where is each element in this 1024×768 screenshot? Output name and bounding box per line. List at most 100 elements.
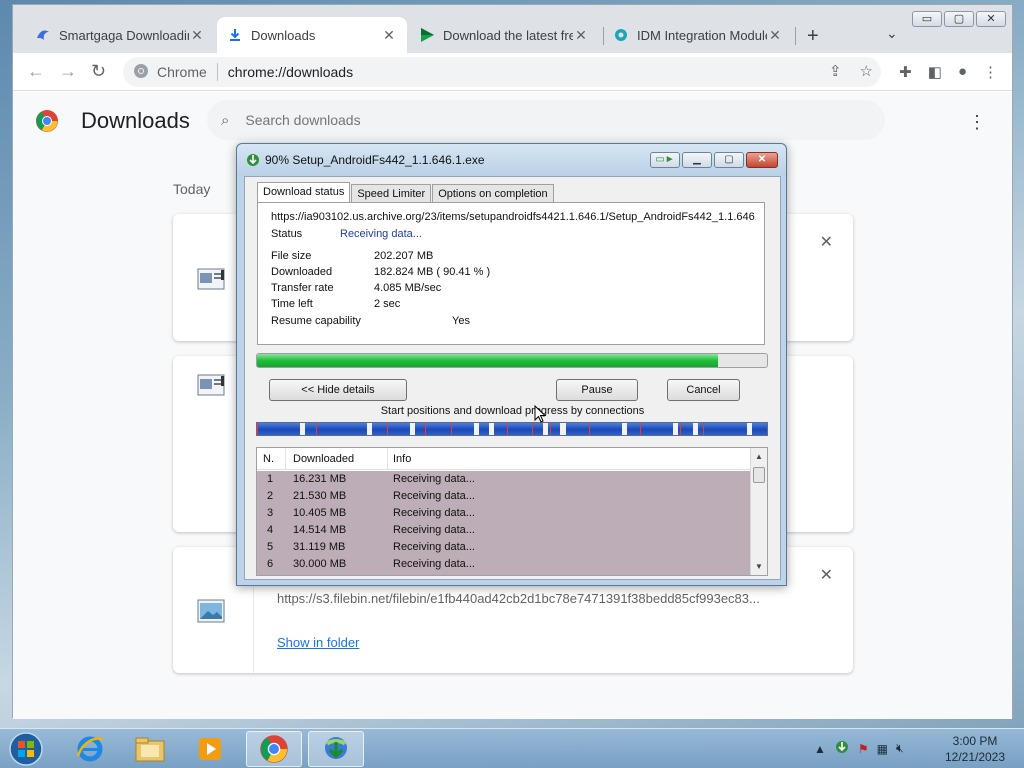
tab-download-status[interactable]: Download status: [257, 182, 351, 203]
connection-row[interactable]: 3 10.405 MB Receiving data...: [257, 505, 750, 522]
connection-start-marker: [588, 423, 590, 435]
idm-tray-icon[interactable]: [834, 739, 850, 758]
idm-maximize-button[interactable]: ▢: [714, 152, 744, 168]
ie-icon[interactable]: [62, 731, 118, 767]
connection-number: 6: [267, 558, 274, 570]
connection-start-marker: [639, 423, 641, 435]
idm-icon[interactable]: [308, 731, 364, 767]
scroll-thumb[interactable]: [753, 467, 765, 483]
mouse-cursor-icon: [534, 404, 547, 428]
column-header-n[interactable]: N.: [263, 453, 274, 465]
puzzle-icon: [613, 27, 629, 43]
tab-close-button[interactable]: ✕: [573, 27, 589, 44]
volume-muted-icon[interactable]: 🔇︎: [896, 741, 904, 756]
connection-start-marker: [506, 423, 508, 435]
detail-label: Transfer rate: [271, 282, 334, 294]
idm-to-tray-button[interactable]: ▭►: [650, 152, 680, 168]
connection-completed-segment: [560, 423, 566, 435]
connection-row[interactable]: 1 16.231 MB Receiving data...: [257, 471, 750, 488]
action-center-flag-icon[interactable]: ⚑: [858, 742, 869, 756]
download-url: https://s3.filebin.net/filebin/e1fb440ad…: [277, 591, 760, 606]
share-icon[interactable]: ⇪: [829, 62, 842, 80]
idm-close-button[interactable]: ✕: [746, 152, 778, 168]
search-input[interactable]: [245, 112, 746, 128]
scroll-down-arrow-icon[interactable]: ▼: [755, 562, 763, 571]
connection-row[interactable]: 2 21.530 MB Receiving data...: [257, 488, 750, 505]
column-header-info[interactable]: Info: [393, 453, 411, 465]
idm-body: Download status Speed Limiter Options on…: [244, 176, 781, 580]
system-tray: ▲ ⚑ ▦ 🔇︎: [814, 739, 904, 758]
more-options-icon[interactable]: ⋮: [968, 112, 986, 133]
tab-search-chevron-icon[interactable]: ⌄: [886, 25, 898, 42]
forward-arrow-icon[interactable]: →: [59, 61, 77, 82]
idm-minimize-button[interactable]: ▁: [682, 152, 712, 168]
scroll-up-arrow-icon[interactable]: ▲: [755, 452, 763, 461]
tab-close-button[interactable]: ✕: [381, 27, 397, 44]
remove-download-button[interactable]: ✕: [820, 232, 833, 252]
url-text[interactable]: chrome://downloads: [228, 64, 353, 80]
connections-rows: 1 16.231 MB Receiving data... 2 21.530 M…: [257, 471, 750, 575]
connections-scrollbar[interactable]: ▲ ▼: [750, 448, 767, 575]
detail-value: Yes: [452, 315, 470, 327]
idm-download-dialog: 90% Setup_AndroidFs442_1.1.646.1.exe ▭► …: [236, 143, 787, 586]
tab-title: IDM Integration Module: [637, 27, 767, 43]
back-arrow-icon[interactable]: ←: [27, 61, 45, 82]
connection-downloaded: 14.514 MB: [293, 524, 347, 536]
connection-completed-segment: [410, 423, 416, 435]
new-tab-button[interactable]: +: [807, 25, 819, 48]
maximize-button[interactable]: ▢: [944, 11, 974, 27]
idm-title: 90% Setup_AndroidFs442_1.1.646.1.exe: [265, 153, 485, 167]
tab-speed-limiter[interactable]: Speed Limiter: [351, 184, 432, 203]
connection-start-marker: [550, 423, 552, 435]
tab-close-button[interactable]: ✕: [767, 27, 783, 44]
column-header-downloaded[interactable]: Downloaded: [293, 453, 354, 465]
smartgaga-bird-icon: [35, 27, 51, 43]
kebab-menu-icon[interactable]: ⋮: [983, 63, 998, 81]
media-player-icon[interactable]: [182, 731, 238, 767]
reload-icon[interactable]: ↻: [91, 61, 106, 82]
minimize-button[interactable]: ▭: [912, 11, 942, 27]
search-bar[interactable]: ⌕: [207, 100, 885, 140]
connection-completed-segment: [746, 423, 752, 435]
explorer-icon[interactable]: [122, 731, 178, 767]
connection-number: 5: [267, 541, 274, 553]
bookmark-star-icon[interactable]: ☆: [860, 62, 873, 80]
connection-info: Receiving data...: [393, 541, 475, 553]
profile-avatar-icon[interactable]: ●: [958, 63, 967, 81]
address-bar[interactable]: Chrome chrome://downloads ⇪ ☆: [123, 57, 881, 87]
connections-caption: Start positions and download progress by…: [380, 405, 645, 417]
remove-download-button[interactable]: ✕: [820, 565, 833, 585]
start-button[interactable]: [6, 731, 46, 768]
connection-start-marker: [257, 423, 258, 435]
taskbar-clock[interactable]: 3:00 PM 12/21/2023: [930, 733, 1020, 765]
connection-row[interactable]: 5 31.119 MB Receiving data...: [257, 539, 750, 556]
network-icon[interactable]: ▦: [877, 742, 888, 756]
connection-downloaded: 21.530 MB: [293, 490, 347, 502]
connection-completed-segment: [489, 423, 495, 435]
extensions-puzzle-icon[interactable]: ✚: [899, 63, 912, 81]
chrome-icon[interactable]: [246, 731, 302, 767]
show-in-folder-link[interactable]: Show in folder: [277, 635, 359, 650]
pause-button[interactable]: Pause: [556, 379, 638, 401]
tab-downloads[interactable]: Downloads ✕: [217, 17, 407, 53]
close-button[interactable]: ✕: [976, 11, 1006, 27]
column-separator: [387, 448, 388, 470]
site-chip[interactable]: Chrome: [123, 63, 207, 82]
tab-download-latest[interactable]: Download the latest free ✕: [409, 17, 599, 53]
tab-separator: [795, 27, 796, 45]
idm-title-bar[interactable]: 90% Setup_AndroidFs442_1.1.646.1.exe ▭► …: [237, 144, 786, 176]
tab-smartgaga[interactable]: Smartgaga Downloading ✕: [25, 17, 215, 53]
side-panel-icon[interactable]: ◧: [928, 63, 942, 81]
tab-close-button[interactable]: ✕: [189, 27, 205, 44]
page-title: Downloads: [81, 108, 190, 133]
connection-row[interactable]: 6 30.000 MB Receiving data...: [257, 556, 750, 573]
connection-start-marker: [703, 423, 705, 435]
hide-details-button[interactable]: << Hide details: [269, 379, 407, 401]
tab-idm-integration[interactable]: IDM Integration Module ✕: [603, 17, 793, 53]
tab-options-on-completion[interactable]: Options on completion: [432, 184, 554, 203]
connection-start-marker: [387, 423, 389, 435]
show-hidden-icons-arrow-icon[interactable]: ▲: [814, 742, 826, 756]
connection-info: Receiving data...: [393, 524, 475, 536]
connection-row[interactable]: 4 14.514 MB Receiving data...: [257, 522, 750, 539]
cancel-button[interactable]: Cancel: [667, 379, 740, 401]
